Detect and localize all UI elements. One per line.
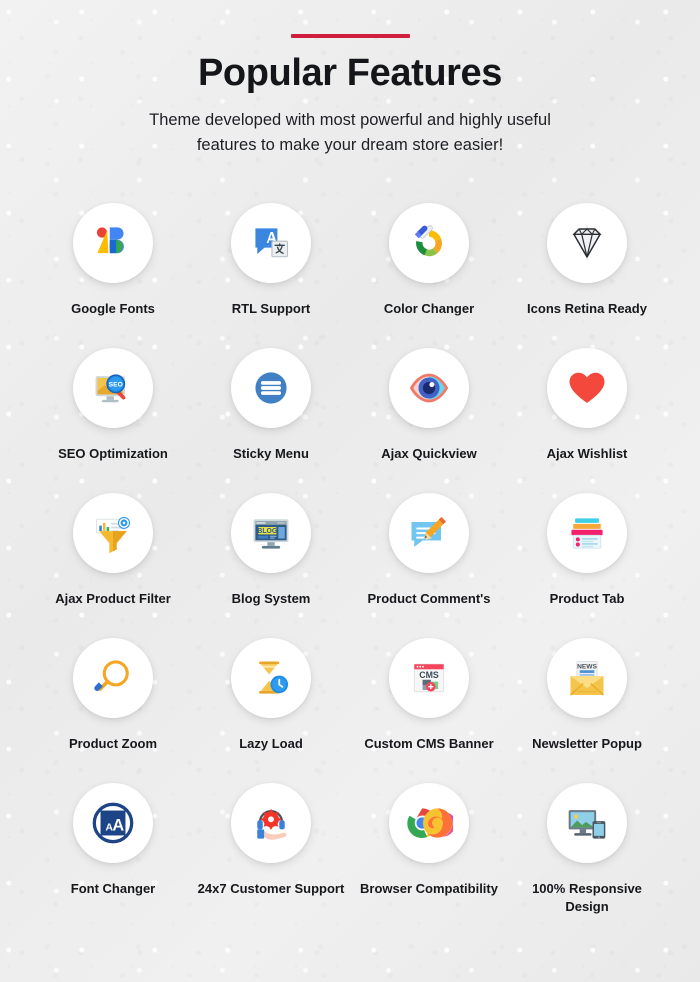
feature-item[interactable]: SEO SEO Optimization	[34, 348, 192, 493]
feature-item[interactable]: Icons Retina Ready	[508, 203, 666, 348]
feature-grid: Google Fonts RTL Support Color Changer I…	[0, 203, 700, 928]
eyedropper-color-wheel-icon	[389, 203, 469, 284]
stacked-tabs-icon	[547, 493, 627, 574]
funnel-filter-icon	[73, 493, 153, 574]
headset-support-icon	[231, 783, 311, 864]
font-letter-a-icon: A A	[73, 783, 153, 864]
feature-item[interactable]: Lazy Load	[192, 638, 350, 783]
feature-item[interactable]: CMS Custom CMS Banner	[350, 638, 508, 783]
svg-text:CMS: CMS	[419, 670, 439, 680]
hourglass-clock-icon	[231, 638, 311, 719]
feature-item[interactable]: Ajax Wishlist	[508, 348, 666, 493]
heart-icon	[547, 348, 627, 429]
feature-label: Ajax Product Filter	[55, 591, 171, 607]
feature-label: Color Changer	[383, 301, 475, 317]
feature-label: Product Zoom	[68, 736, 158, 752]
feature-label: Ajax Quickview	[381, 446, 477, 462]
svg-text:SEO: SEO	[109, 382, 123, 389]
feature-item[interactable]: Browser Compatibility	[350, 783, 508, 928]
comment-pencil-icon	[389, 493, 469, 574]
feature-label: 100% Responsive Design	[532, 881, 642, 914]
feature-item[interactable]: NEWS Newsletter Popup	[508, 638, 666, 783]
feature-label: Lazy Load	[239, 736, 303, 752]
feature-item[interactable]: A A Font Changer	[34, 783, 192, 928]
news-envelope-icon: NEWS	[547, 638, 627, 719]
page-subtitle: Theme developed with most powerful and h…	[90, 108, 610, 159]
feature-label: Font Changer	[70, 881, 156, 897]
svg-text:A: A	[112, 817, 124, 835]
feature-label: Blog System	[231, 591, 311, 607]
feature-item[interactable]: Google Fonts	[34, 203, 192, 348]
feature-label: Browser Compatibility	[360, 881, 498, 897]
feature-label: Product Comment's	[367, 591, 491, 607]
google-fonts-icon	[73, 203, 153, 284]
feature-item[interactable]: Color Changer	[350, 203, 508, 348]
eye-icon	[389, 348, 469, 429]
feature-label: RTL Support	[231, 301, 311, 317]
feature-label: 24x7 Customer Support	[197, 881, 345, 897]
monitor-search-seo-icon: SEO	[73, 348, 153, 429]
magnifier-icon	[73, 638, 153, 719]
feature-item[interactable]: Ajax Quickview	[350, 348, 508, 493]
blog-monitor-icon: BLOG	[231, 493, 311, 574]
page-header: Popular Features Theme developed with mo…	[0, 0, 700, 159]
subtitle-line-1: Theme developed with most powerful and h…	[149, 110, 551, 129]
feature-item[interactable]: Sticky Menu	[192, 348, 350, 493]
feature-label: SEO Optimization	[58, 446, 168, 462]
svg-text:BLOG: BLOG	[257, 528, 277, 535]
hamburger-menu-icon	[231, 348, 311, 429]
feature-item[interactable]: Product Tab	[508, 493, 666, 638]
subtitle-line-2: features to make your dream store easier…	[196, 136, 504, 155]
feature-item[interactable]: BLOG Blog System	[192, 493, 350, 638]
feature-label: Newsletter Popup	[532, 736, 642, 752]
diamond-icon	[547, 203, 627, 284]
cms-browser-icon: CMS	[389, 638, 469, 719]
responsive-devices-icon	[547, 783, 627, 864]
popular-features-page: Popular Features Theme developed with mo…	[0, 0, 700, 982]
feature-item[interactable]: 24x7 Customer Support	[192, 783, 350, 928]
translate-icon	[231, 203, 311, 284]
feature-item[interactable]: Product Comment's	[350, 493, 508, 638]
svg-text:NEWS: NEWS	[577, 663, 597, 670]
feature-label: Product Tab	[549, 591, 625, 607]
feature-label: Custom CMS Banner	[364, 736, 494, 752]
accent-rule	[290, 34, 410, 38]
page-title: Popular Features	[197, 52, 503, 94]
feature-label: Sticky Menu	[233, 446, 309, 462]
feature-label: Icons Retina Ready	[527, 301, 647, 317]
feature-label: Google Fonts	[71, 301, 155, 317]
feature-label: Ajax Wishlist	[546, 446, 628, 462]
feature-item[interactable]: Ajax Product Filter	[34, 493, 192, 638]
feature-item[interactable]: 100% Responsive Design	[508, 783, 666, 928]
feature-item[interactable]: Product Zoom	[34, 638, 192, 783]
browsers-chrome-firefox-icon	[389, 783, 469, 864]
feature-item[interactable]: RTL Support	[192, 203, 350, 348]
